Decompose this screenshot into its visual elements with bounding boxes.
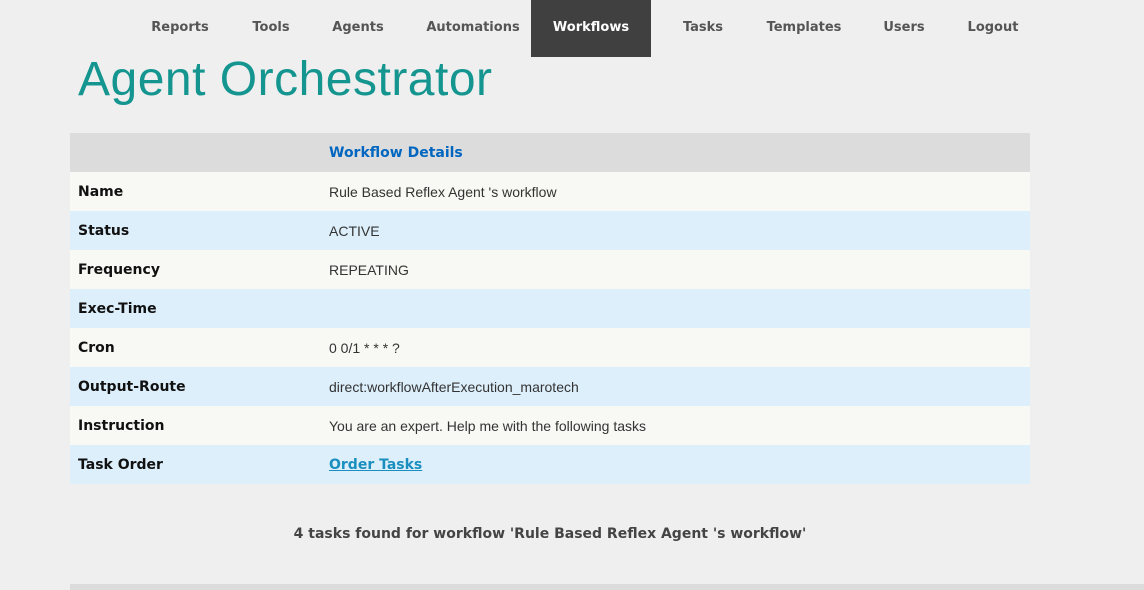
nav-item-tasks[interactable]: Tasks bbox=[670, 0, 736, 57]
nav-item-workflows[interactable]: Workflows bbox=[531, 0, 651, 57]
tasks-found-message: 4 tasks found for workflow 'Rule Based R… bbox=[293, 526, 807, 542]
table-row-frequency: Frequency REPEATING bbox=[70, 250, 1030, 289]
nav-item-reports[interactable]: Reports bbox=[140, 0, 220, 57]
row-value-instruction: You are an expert. Help me with the foll… bbox=[319, 406, 1030, 445]
app-title: Agent Orchestrator bbox=[78, 53, 493, 106]
row-value-frequency: REPEATING bbox=[319, 250, 1030, 289]
nav-item-templates[interactable]: Templates bbox=[756, 0, 852, 57]
row-value-exec-time bbox=[319, 289, 1030, 328]
table-row-exec-time: Exec-Time bbox=[70, 289, 1030, 328]
table-row-cron: Cron 0 0/1 * * * ? bbox=[70, 328, 1030, 367]
table-header-empty bbox=[70, 133, 319, 172]
row-label-status: Status bbox=[70, 211, 319, 250]
row-value-cron: 0 0/1 * * * ? bbox=[319, 328, 1030, 367]
row-label-task-order: Task Order bbox=[70, 445, 319, 484]
nav-item-logout[interactable]: Logout bbox=[956, 0, 1030, 57]
table-header-row: Workflow Details bbox=[70, 133, 1030, 172]
table-row-instruction: Instruction You are an expert. Help me w… bbox=[70, 406, 1030, 445]
row-value-task-order: Order Tasks bbox=[319, 445, 1030, 484]
top-navigation: Reports Tools Agents Automations Workflo… bbox=[0, 0, 1144, 57]
row-value-output-route: direct:workflowAfterExecution_marotech bbox=[319, 367, 1030, 406]
tasks-table-header-bar bbox=[70, 584, 1144, 590]
nav-item-agents[interactable]: Agents bbox=[322, 0, 394, 57]
nav-item-users[interactable]: Users bbox=[872, 0, 936, 57]
nav-item-automations[interactable]: Automations bbox=[414, 0, 532, 57]
order-tasks-link[interactable]: Order Tasks bbox=[329, 457, 422, 473]
table-row-status: Status ACTIVE bbox=[70, 211, 1030, 250]
table-row-task-order: Task Order Order Tasks bbox=[70, 445, 1030, 484]
row-label-cron: Cron bbox=[70, 328, 319, 367]
row-value-status: ACTIVE bbox=[319, 211, 1030, 250]
table-row-name: Name Rule Based Reflex Agent 's workflow bbox=[70, 172, 1030, 211]
nav-item-tools[interactable]: Tools bbox=[240, 0, 302, 57]
row-label-name: Name bbox=[70, 172, 319, 211]
table-row-output-route: Output-Route direct:workflowAfterExecuti… bbox=[70, 367, 1030, 406]
row-label-output-route: Output-Route bbox=[70, 367, 319, 406]
row-label-instruction: Instruction bbox=[70, 406, 319, 445]
row-value-name: Rule Based Reflex Agent 's workflow bbox=[319, 172, 1030, 211]
workflow-details-table: Workflow Details Name Rule Based Reflex … bbox=[70, 133, 1030, 484]
row-label-exec-time: Exec-Time bbox=[70, 289, 319, 328]
row-label-frequency: Frequency bbox=[70, 250, 319, 289]
workflow-details-heading: Workflow Details bbox=[319, 133, 1030, 172]
